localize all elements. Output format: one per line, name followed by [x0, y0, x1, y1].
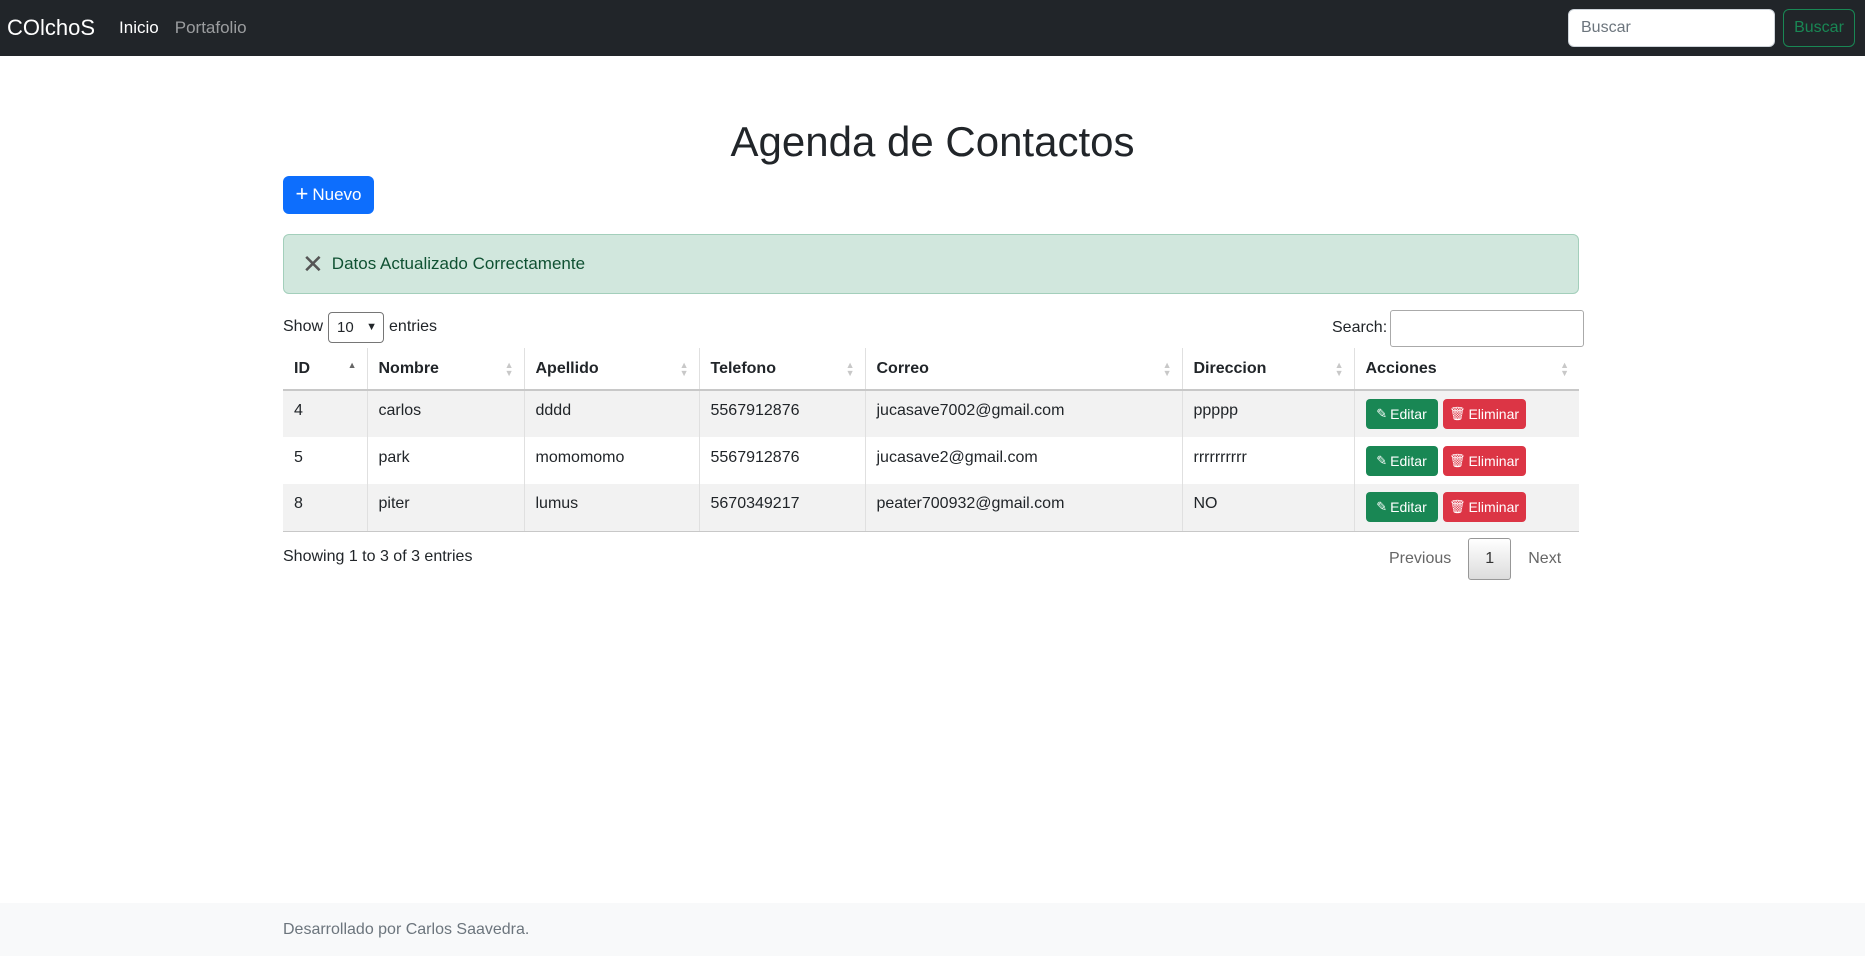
- edit-button[interactable]: ✎ Editar: [1365, 445, 1438, 476]
- column-header-telefono[interactable]: Telefono ▲ ▼: [698, 348, 865, 391]
- new-contact-button[interactable]: + Nuevo: [283, 176, 374, 214]
- column-header-id[interactable]: ID ▲: [283, 348, 367, 391]
- column-header-nombre[interactable]: Nombre ▲ ▼: [366, 348, 524, 391]
- sort-icon: ▲ ▼: [1560, 360, 1569, 378]
- table-search: Search:: [1332, 309, 1585, 347]
- sort-icon: ▲: [347, 360, 357, 370]
- cell-correo: jucasave2@gmail.com: [876, 448, 1038, 466]
- contacts-table: ID ▲ Nombre ▲ ▼ Apellido ▲ ▼ Telefono ▲ ▼ Corre…: [283, 348, 1579, 532]
- nav-link-inicio[interactable]: Inicio: [119, 18, 159, 38]
- chevron-down-icon: ▼: [366, 321, 378, 333]
- success-alert: ✕ Datos Actualizado Correctamente: [283, 234, 1579, 294]
- cell-id: 5: [294, 448, 303, 466]
- cell-id: 4: [294, 402, 303, 419]
- edit-icon: ✎: [1376, 499, 1388, 515]
- table-header-row: ID ▲ Nombre ▲ ▼ Apellido ▲ ▼ Telefono ▲ ▼ Corre…: [283, 348, 1579, 391]
- cell-id: 8: [294, 495, 303, 513]
- alert-message: Datos Actualizado Correctamente: [331, 254, 586, 273]
- cell-direccion: rrrrrrrrrr: [1193, 448, 1247, 466]
- sort-icon: ▲ ▼: [679, 360, 689, 378]
- entries-length-control: Show 10 ▼ entries: [283, 311, 438, 343]
- cell-apellido: momomomo: [535, 448, 625, 466]
- plus-icon: +: [295, 181, 309, 206]
- entries-select[interactable]: 10 ▼: [328, 311, 385, 343]
- page-title: Agenda de Contactos: [730, 118, 1135, 165]
- pagination: Previous 1 Next: [1372, 538, 1578, 580]
- sort-icon: ▲ ▼: [1162, 360, 1172, 378]
- page-1-button[interactable]: 1: [1468, 538, 1512, 580]
- delete-button[interactable]: 🗑 Eliminar: [1442, 399, 1526, 429]
- delete-button[interactable]: 🗑 Eliminar: [1442, 492, 1526, 523]
- delete-button[interactable]: 🗑 Eliminar: [1442, 445, 1526, 476]
- cell-nombre: carlos: [378, 402, 422, 419]
- cell-direccion: NO: [1193, 495, 1218, 513]
- edit-button[interactable]: ✎ Editar: [1365, 399, 1438, 429]
- cell-telefono: 5567912876: [710, 402, 800, 419]
- sort-icon: ▲ ▼: [1334, 360, 1344, 378]
- footer: Desarrollado por Carlos Saavedra.: [0, 903, 1865, 956]
- table-info: Showing 1 to 3 of 3 entries: [283, 548, 473, 565]
- previous-page-button[interactable]: Previous: [1372, 550, 1468, 568]
- entries-label: entries: [389, 318, 438, 335]
- table-row: 5 park momomomo 5567912876 jucasave2@gma…: [283, 437, 1579, 484]
- sort-icon: ▲ ▼: [504, 360, 514, 378]
- table-row: 4 carlos dddd 5567912876 jucasave7002@gm…: [283, 390, 1579, 437]
- table-search-input[interactable]: [1390, 309, 1585, 347]
- entries-select-value: 10: [337, 318, 354, 336]
- column-header-acciones[interactable]: Acciones ▲ ▼: [1353, 348, 1579, 391]
- table-row: 8 piter lumus 5670349217 peater700932@gm…: [283, 484, 1579, 532]
- trash-icon: 🗑: [1448, 499, 1466, 515]
- nav-link-portafolio[interactable]: Portafolio: [175, 18, 247, 38]
- edit-icon: ✎: [1376, 406, 1388, 421]
- cell-apellido: dddd: [535, 402, 572, 419]
- trash-icon: 🗑: [1448, 452, 1466, 468]
- cell-telefono: 5567912876: [710, 448, 800, 466]
- next-page-button[interactable]: Next: [1511, 550, 1578, 568]
- cell-nombre: park: [378, 448, 410, 466]
- column-header-direccion[interactable]: Direccion ▲ ▼: [1181, 348, 1354, 391]
- edit-icon: ✎: [1376, 452, 1388, 468]
- edit-button[interactable]: ✎ Editar: [1365, 492, 1438, 523]
- cell-direccion: ppppp: [1193, 402, 1239, 419]
- new-button-label: Nuevo: [312, 185, 362, 204]
- close-icon[interactable]: ✕: [302, 251, 324, 277]
- column-header-correo[interactable]: Correo ▲ ▼: [864, 348, 1182, 391]
- trash-icon: 🗑: [1448, 406, 1466, 421]
- cell-nombre: piter: [378, 495, 410, 513]
- cell-correo: peater700932@gmail.com: [876, 495, 1065, 513]
- cell-apellido: lumus: [535, 495, 579, 513]
- show-label: Show: [283, 318, 324, 335]
- brand-link[interactable]: COlchoS: [7, 15, 95, 41]
- column-header-apellido[interactable]: Apellido ▲ ▼: [523, 348, 699, 391]
- search-input[interactable]: Buscar: [1568, 9, 1775, 47]
- search-label: Search:: [1332, 319, 1388, 336]
- cell-telefono: 5670349217: [710, 495, 800, 513]
- navbar: COlchoS Inicio Portafolio Buscar Buscar: [0, 0, 1865, 56]
- footer-text: Desarrollado por Carlos Saavedra.: [283, 920, 530, 938]
- cell-correo: jucasave7002@gmail.com: [876, 402, 1065, 419]
- sort-icon: ▲ ▼: [845, 360, 855, 378]
- search-button[interactable]: Buscar: [1783, 9, 1855, 47]
